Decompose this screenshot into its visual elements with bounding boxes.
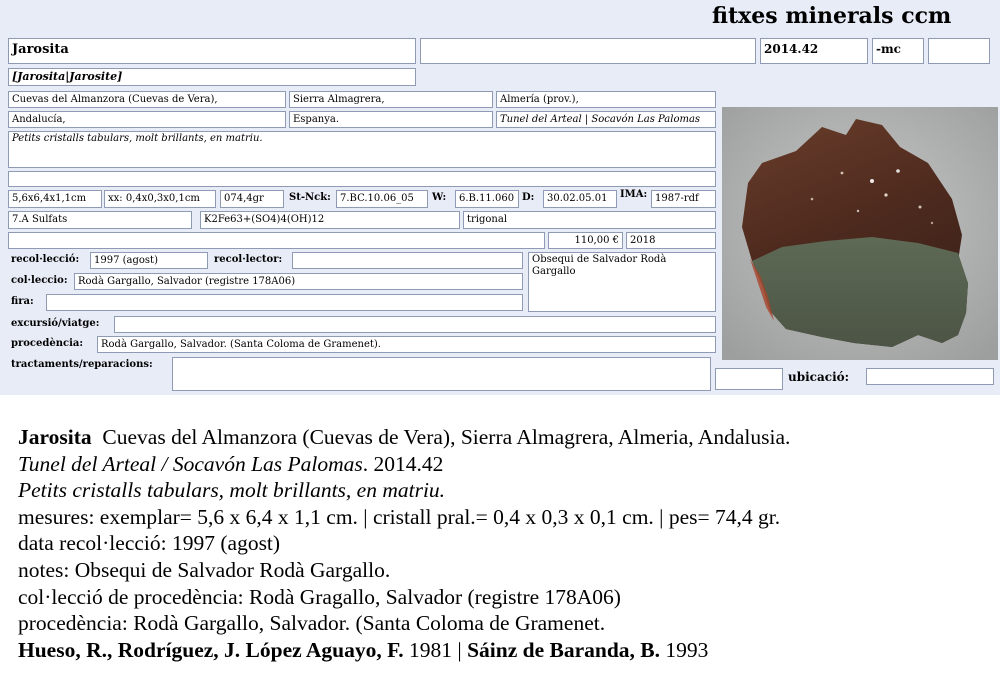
blank-field-top[interactable] [420, 38, 756, 64]
locality-mine-field[interactable]: Tunel del Arteal | Socavón Las Palomas [496, 111, 716, 128]
summary-description: Petits cristalls tabulars, molt brillant… [18, 478, 446, 503]
summary-notes: notes: Obsequi de Salvador Rodà Gargallo… [18, 557, 391, 582]
locality-site-field[interactable]: Cuevas del Almanzora (Cuevas de Vera), [8, 91, 286, 108]
weight-field[interactable]: 074,4gr [220, 190, 284, 208]
specimen-photo-image [722, 107, 998, 360]
strunz-field[interactable]: 7.BC.10.06_05 [336, 190, 428, 208]
summary-locality: Cuevas del Almanzora (Cuevas de Vera), S… [102, 425, 791, 449]
treatments-label: tractaments/reparacions: [11, 359, 153, 370]
summary-collection: col·lecció de procedència: Rodà Gragallo… [18, 584, 621, 609]
suffix-field[interactable]: -mc [872, 38, 924, 64]
synonyms-field[interactable]: [Jarosita|Jarosite] [8, 68, 416, 86]
summary-mine: Tunel del Arteal / Socavón Las Palomas [18, 451, 363, 476]
locality-region-field[interactable]: Andalucía, [8, 111, 286, 128]
blank-price-row-field[interactable] [8, 232, 545, 249]
crystal-size-field[interactable]: xx: 0,4x0,3x0,1cm [104, 190, 216, 208]
blank-field-bottom[interactable] [715, 368, 783, 390]
crystal-system-field[interactable]: trigonal [463, 211, 716, 229]
summary-measures: mesures: exemplar= 5,6 x 6,4 x 1,1 cm. |… [18, 504, 781, 529]
excursion-label: excursió/viatge: [11, 318, 100, 329]
treatments-field[interactable] [172, 357, 711, 391]
collection-date-label: recol·lecció: [11, 254, 80, 265]
reference-1-year: 1981 | [403, 637, 468, 662]
location-label: ubicació: [788, 370, 850, 384]
specimen-photo [722, 107, 998, 360]
fair-label: fira: [11, 296, 34, 307]
reference-2-authors: Sáinz de Baranda, B. [467, 637, 661, 662]
app-title: fitxes minerals ccm [712, 3, 952, 29]
strunz-label: St-Nck: [289, 192, 331, 203]
catalog-number-field[interactable]: 2014.42 [760, 38, 868, 64]
summary-line-1: Jarosita Cuevas del Almanzora (Cuevas de… [18, 424, 993, 451]
mineral-record-card: fitxes minerals ccm Jarosita 2014.42 -mc… [0, 0, 1000, 395]
ima-field[interactable]: 1987-rdf [651, 190, 716, 208]
summary-text-block: Jarosita Cuevas del Almanzora (Cuevas de… [18, 424, 993, 663]
summary-provenance: procedència: Rodà Gargallo, Salvador. (S… [18, 611, 606, 636]
w-label: W: [432, 192, 447, 203]
fair-field[interactable] [46, 294, 523, 311]
blank-line-field[interactable] [8, 171, 716, 187]
provenance-field[interactable]: Rodà Gargallo, Salvador. (Santa Coloma d… [97, 336, 716, 353]
ima-label: IMA: [620, 189, 648, 200]
collector-field[interactable] [292, 252, 523, 269]
notes-field[interactable]: Obsequi de Salvador Rodà Gargallo [528, 252, 716, 312]
w-field[interactable]: 6.B.11.060 [455, 190, 519, 208]
d-field[interactable]: 30.02.05.01 [543, 190, 617, 208]
locality-province-field[interactable]: Almería (prov.), [496, 91, 716, 108]
summary-collection-date: data recol·lecció: 1997 (agost) [18, 531, 281, 556]
mineral-name-field[interactable]: Jarosita [8, 38, 416, 64]
blank-field-top-right[interactable] [928, 38, 990, 64]
specimen-size-field[interactable]: 5,6x6,4x1,1cm [8, 190, 102, 208]
provenance-label: procedència: [11, 338, 84, 349]
summary-line-2: Tunel del Arteal / Socavón Las Palomas. … [18, 451, 993, 478]
locality-range-field[interactable]: Sierra Almagrera, [289, 91, 493, 108]
summary-line-3: Petits cristalls tabulars, molt brillant… [18, 477, 993, 504]
location-field[interactable] [866, 368, 994, 385]
collector-label: recol·lector: [214, 254, 283, 265]
formula-field[interactable]: K2Fe63+(SO4)4(OH)12 [200, 211, 460, 229]
locality-country-field[interactable]: Espanya. [289, 111, 493, 128]
collection-label: col·leccio: [11, 275, 68, 286]
price-field[interactable]: 110,00 € [548, 232, 623, 249]
collection-field[interactable]: Rodà Gargallo, Salvador (registre 178A06… [74, 273, 523, 290]
summary-mineral-name: Jarosita [18, 425, 92, 449]
summary-catalog: . 2014.42 [362, 451, 444, 476]
d-label: D: [522, 192, 535, 203]
reference-1-authors: Hueso, R., Rodríguez, J. López Aguayo, F… [18, 637, 404, 662]
year-field[interactable]: 2018 [626, 232, 716, 249]
class-field[interactable]: 7.A Sulfats [8, 211, 192, 229]
description-field[interactable]: Petits cristalls tabulars, molt brillant… [8, 131, 716, 168]
excursion-field[interactable] [114, 316, 716, 333]
collection-date-field[interactable]: 1997 (agost) [90, 252, 208, 269]
reference-2-year: 1993 [660, 637, 709, 662]
summary-references: Hueso, R., Rodríguez, J. López Aguayo, F… [18, 637, 993, 664]
